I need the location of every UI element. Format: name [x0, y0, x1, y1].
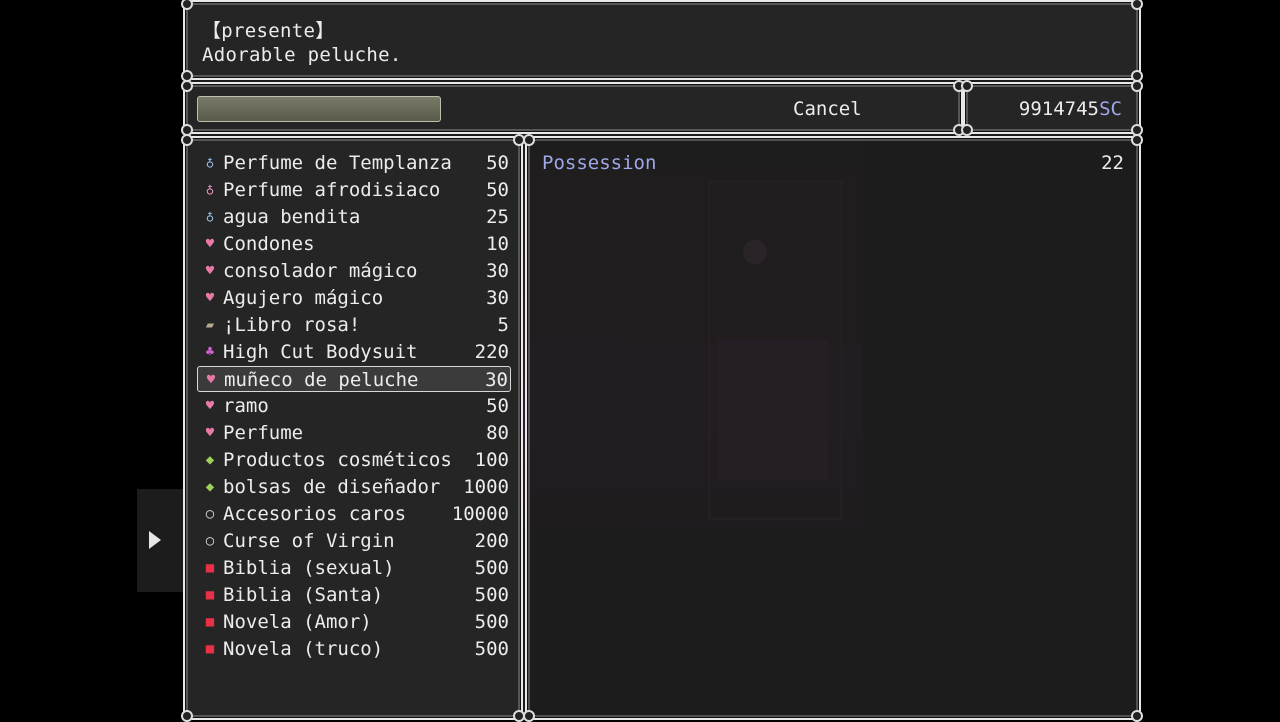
item-name: ramo [223, 395, 269, 417]
item-price: 500 [474, 611, 509, 633]
possession-value: 22 [1101, 152, 1124, 174]
necklace-icon: ○ [205, 506, 215, 522]
shop-item-row[interactable]: ■ Novela (Amor) 500 [197, 609, 511, 635]
item-price: 100 [474, 449, 509, 471]
item-price: 30 [485, 369, 508, 391]
shop-item-row[interactable]: ♣ High Cut Bodysuit 220 [197, 339, 511, 365]
necklace-icon: ○ [205, 533, 215, 549]
item-price: 10 [486, 233, 509, 255]
possession-label: Possession [542, 152, 657, 174]
item-price: 5 [497, 314, 509, 336]
shop-item-row[interactable]: ♥ Agujero mágico 30 [197, 285, 511, 311]
pink-bag-icon: ♥ [205, 236, 215, 252]
item-category: 【presente】 [202, 20, 335, 42]
shop-item-row[interactable]: ◆ Productos cosméticos 100 [197, 447, 511, 473]
shop-item-row[interactable]: ♥ ramo 50 [197, 393, 511, 419]
shop-item-row[interactable]: ◆ bolsas de diseñador 1000 [197, 474, 511, 500]
shop-item-row[interactable]: ■ Novela (truco) 500 [197, 636, 511, 662]
shop-item-row[interactable]: ♁ Perfume afrodisiaco 50 [197, 177, 511, 203]
item-name: agua bendita [223, 206, 361, 228]
item-price: 200 [474, 530, 509, 552]
item-price: 80 [486, 422, 509, 444]
quantity-field[interactable] [197, 96, 441, 122]
item-price: 1000 [463, 476, 509, 498]
item-price: 500 [474, 584, 509, 606]
item-price: 50 [486, 395, 509, 417]
shop-item-row[interactable]: ♥ Condones 10 [197, 231, 511, 257]
status-window: Possession 22 [523, 134, 1143, 722]
shop-item-row[interactable]: ○ Accesorios caros 10000 [197, 501, 511, 527]
gold-window: 9914745 SC [961, 80, 1143, 136]
shop-item-row[interactable]: ○ Curse of Virgin 200 [197, 528, 511, 554]
red-book-icon: ■ [205, 560, 215, 576]
item-price: 50 [486, 152, 509, 174]
green-bag-icon: ◆ [205, 452, 215, 468]
item-name: Perfume afrodisiaco [223, 179, 441, 201]
bottle-pink-icon: ♁ [205, 182, 215, 198]
item-name: Agujero mágico [223, 287, 384, 309]
currency-unit: SC [1099, 98, 1122, 120]
red-book-icon: ■ [205, 587, 215, 603]
item-price: 10000 [451, 503, 509, 525]
item-name: Condones [223, 233, 315, 255]
item-description: Adorable peluche. [202, 44, 402, 66]
help-window: 【presente】 Adorable peluche. [181, 0, 1143, 82]
item-price: 500 [474, 557, 509, 579]
bottle-blue-icon: ♁ [205, 155, 215, 171]
arrow-right-icon [149, 531, 161, 549]
item-price: 30 [486, 260, 509, 282]
item-name: Accesorios caros [223, 503, 407, 525]
shop-item-row[interactable]: ♥ muñeco de peluche 30 [197, 366, 511, 392]
bodysuit-icon: ♣ [205, 344, 215, 360]
item-price: 50 [486, 179, 509, 201]
pink-bag-icon: ♥ [206, 372, 216, 388]
item-price: 220 [474, 341, 509, 363]
shop-item-row[interactable]: ♁ agua bendita 25 [197, 204, 511, 230]
red-book-icon: ■ [205, 641, 215, 657]
command-window: Cancel [181, 80, 965, 136]
pink-bag-icon: ♥ [205, 425, 215, 441]
pink-bag-icon: ♥ [205, 398, 215, 414]
item-name: High Cut Bodysuit [223, 341, 418, 363]
shop-item-list: ♁ Perfume de Templanza 50 ♁ Perfume afrodisi… [181, 134, 525, 722]
red-book-icon: ■ [205, 614, 215, 630]
item-name: Novela (Amor) [223, 611, 372, 633]
item-name: bolsas de diseñador [223, 476, 441, 498]
item-name: Perfume [223, 422, 304, 444]
item-name: Biblia (sexual) [223, 557, 395, 579]
shop-item-row[interactable]: ■ Biblia (Santa) 500 [197, 582, 511, 608]
shop-item-row[interactable]: ♥ Perfume 80 [197, 420, 511, 446]
item-name: consolador mágico [223, 260, 418, 282]
item-price: 30 [486, 287, 509, 309]
cancel-button[interactable]: Cancel [793, 98, 862, 120]
item-price: 500 [474, 638, 509, 660]
item-name: Curse of Virgin [223, 530, 395, 552]
shop-item-row[interactable]: ♁ Perfume de Templanza 50 [197, 150, 511, 176]
green-bag-icon: ◆ [205, 479, 215, 495]
shop-item-row[interactable]: ♥ consolador mágico 30 [197, 258, 511, 284]
item-name: Biblia (Santa) [223, 584, 384, 606]
pink-bag-icon: ♥ [205, 290, 215, 306]
item-name: Productos cosméticos [223, 449, 452, 471]
book-icon: ▰ [205, 317, 215, 333]
shop-item-row[interactable]: ■ Biblia (sexual) 500 [197, 555, 511, 581]
bottle-blue-icon: ♁ [205, 209, 215, 225]
pink-bag-icon: ♥ [205, 263, 215, 279]
item-name: ¡Libro rosa! [223, 314, 361, 336]
shop-item-row[interactable]: ▰ ¡Libro rosa! 5 [197, 312, 511, 338]
gold-amount: 9914745 [1018, 98, 1099, 120]
page-arrow-button[interactable] [137, 489, 183, 592]
item-name: muñeco de peluche [224, 369, 419, 391]
item-price: 25 [486, 206, 509, 228]
item-name: Novela (truco) [223, 638, 384, 660]
item-name: Perfume de Templanza [223, 152, 452, 174]
